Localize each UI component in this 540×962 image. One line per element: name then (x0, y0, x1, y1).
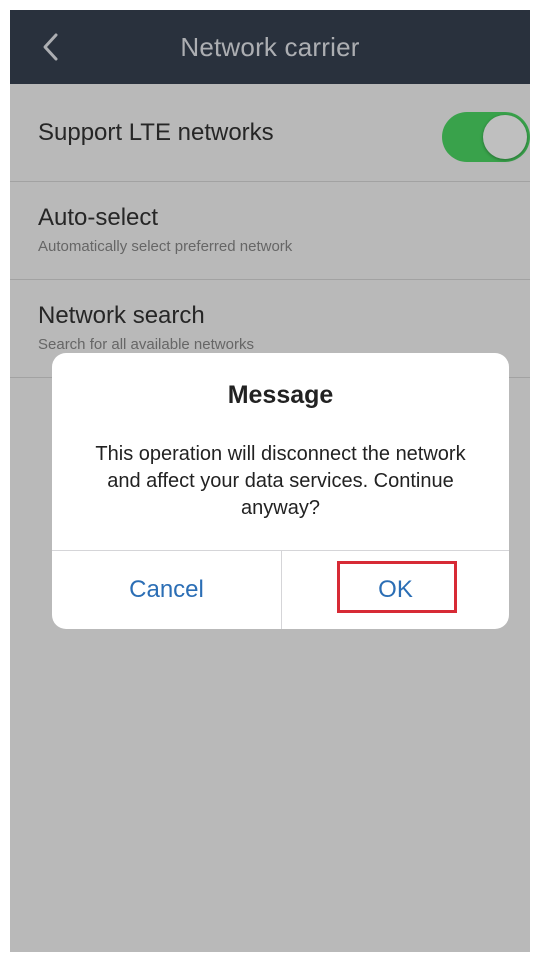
confirm-dialog: Message This operation will disconnect t… (52, 353, 509, 629)
screen: Network carrier Support LTE networks Aut… (10, 10, 530, 952)
dialog-message: This operation will disconnect the netwo… (95, 443, 466, 519)
ok-highlight-box (337, 561, 457, 613)
cancel-button[interactable]: Cancel (52, 551, 281, 629)
dialog-title: Message (227, 381, 334, 409)
